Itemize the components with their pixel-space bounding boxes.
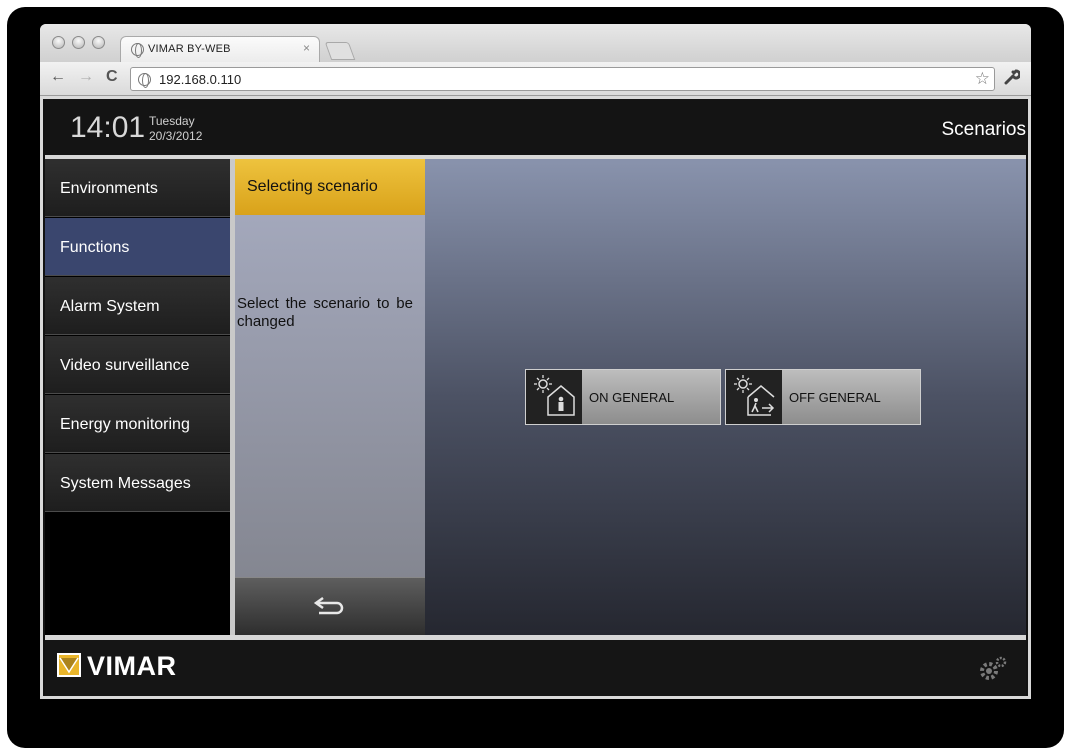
vimar-logo-icon — [57, 653, 81, 677]
sidebar-item-label: Functions — [60, 239, 130, 256]
page-title: Scenarios — [941, 119, 1027, 140]
vimar-app: 14:01 Tuesday 20/3/2012 Scenarios Enviro… — [43, 99, 1028, 696]
address-bar[interactable]: 192.168.0.110 ☆ — [130, 67, 995, 91]
house-exit-sun-icon — [726, 370, 782, 424]
sidebar: Environments Functions Alarm System Vide… — [45, 159, 230, 635]
sidebar-item-environments[interactable]: Environments — [45, 159, 230, 217]
url-text[interactable]: 192.168.0.110 — [159, 72, 241, 87]
panel-header: Selecting scenario — [235, 159, 425, 215]
return-arrow-icon — [313, 596, 344, 615]
sidebar-item-energy-monitoring[interactable]: Energy monitoring — [45, 395, 230, 453]
scenario-off-general-button[interactable]: OFF GENERAL — [725, 369, 921, 425]
scenario-on-general-button[interactable]: ON GENERAL — [525, 369, 721, 425]
bookmark-star-icon[interactable]: ☆ — [975, 69, 990, 89]
tab-bar: VIMAR BY-WEB × — [40, 24, 1031, 62]
reload-button[interactable]: C — [106, 68, 118, 86]
house-person-sun-icon — [526, 370, 582, 424]
sidebar-item-functions[interactable]: Functions — [45, 218, 230, 276]
browser-window: VIMAR BY-WEB × ← → C 192.168.0.110 ☆ 14:… — [40, 24, 1031, 699]
sidebar-item-label: System Messages — [60, 475, 191, 492]
browser-tab[interactable]: VIMAR BY-WEB × — [120, 36, 320, 62]
app-header: 14:01 Tuesday 20/3/2012 Scenarios — [45, 99, 1026, 155]
back-button[interactable] — [235, 577, 425, 635]
sidebar-item-label: Energy monitoring — [60, 416, 190, 433]
sidebar-item-alarm-system[interactable]: Alarm System — [45, 277, 230, 335]
app-footer: VIMAR — [45, 640, 1026, 696]
new-tab-button[interactable] — [324, 42, 356, 60]
scenario-area: ON GENERAL OFF GENERAL — [425, 159, 1026, 635]
close-window-button[interactable] — [52, 36, 65, 49]
sidebar-item-label: Alarm System — [60, 298, 160, 315]
zoom-window-button[interactable] — [92, 36, 105, 49]
sidebar-item-label: Video surveillance — [60, 357, 190, 374]
globe-icon — [138, 73, 151, 88]
tab-title: VIMAR BY-WEB — [148, 43, 231, 55]
back-button[interactable]: ← — [50, 68, 66, 86]
close-tab-icon[interactable]: × — [303, 41, 310, 55]
clock-time: 14:01 — [70, 111, 146, 144]
scenario-label: ON GENERAL — [589, 390, 675, 405]
clock-day: Tuesday — [149, 114, 195, 128]
panel-instruction: Select the scenario to be changed — [237, 295, 413, 330]
sidebar-item-system-messages[interactable]: System Messages — [45, 454, 230, 512]
sidebar-item-label: Environments — [60, 180, 158, 197]
clock-date: 20/3/2012 — [149, 129, 203, 143]
minimize-window-button[interactable] — [72, 36, 85, 49]
forward-button[interactable]: → — [78, 68, 94, 86]
wrench-menu-icon[interactable] — [1004, 69, 1022, 90]
scenario-panel: Selecting scenario Select the scenario t… — [235, 159, 425, 635]
scenario-label: OFF GENERAL — [789, 390, 881, 405]
sidebar-item-video-surveillance[interactable]: Video surveillance — [45, 336, 230, 394]
settings-gear-icon[interactable] — [978, 655, 1008, 690]
globe-icon — [131, 43, 144, 58]
brand-logo: VIMAR — [87, 651, 177, 681]
browser-toolbar: ← → C 192.168.0.110 ☆ — [40, 62, 1031, 96]
